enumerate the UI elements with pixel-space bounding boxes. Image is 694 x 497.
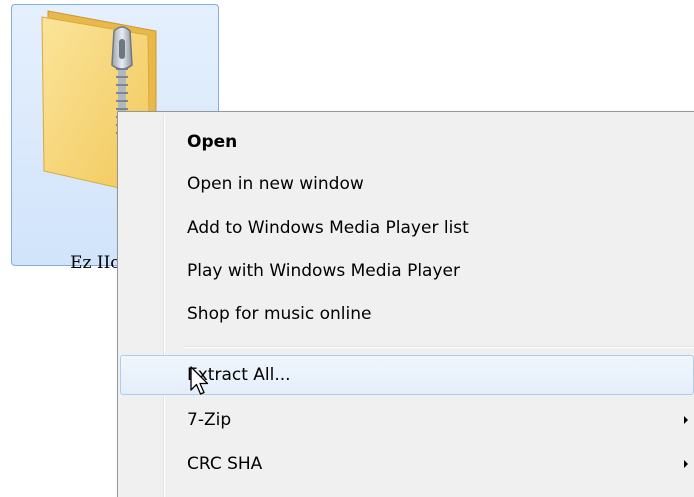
menu-item-add-to-wmp-list[interactable]: Add to Windows Media Player list (120, 208, 694, 248)
menu-item-shop-music-online[interactable]: Shop for music online (120, 294, 694, 334)
menu-item-open[interactable]: Open (120, 122, 694, 162)
menu-item-crc-sha[interactable]: CRC SHA (120, 444, 694, 484)
menu-item-label: Open in new window (187, 174, 364, 194)
submenu-arrow-icon (684, 416, 688, 424)
menu-item-open-new-window[interactable]: Open in new window (120, 164, 694, 204)
mouse-pointer-icon (190, 366, 209, 395)
menu-item-label: Shop for music online (187, 304, 372, 324)
submenu-arrow-icon (684, 460, 688, 468)
menu-item-label: CRC SHA (187, 454, 263, 474)
menu-separator (184, 346, 694, 348)
menu-item-label: Open (187, 132, 238, 152)
menu-item-7zip[interactable]: 7-Zip (120, 400, 694, 440)
menu-item-label: 7-Zip (187, 410, 232, 430)
context-menu: Open Open in new window Add to Windows M… (117, 111, 694, 497)
menu-item-play-with-wmp[interactable]: Play with Windows Media Player (120, 251, 694, 291)
menu-item-label: Add to Windows Media Player list (187, 218, 469, 238)
desktop: Ez IIoT Su Vers Open Open in new window … (0, 0, 694, 497)
menu-item-label: Play with Windows Media Player (187, 261, 460, 281)
